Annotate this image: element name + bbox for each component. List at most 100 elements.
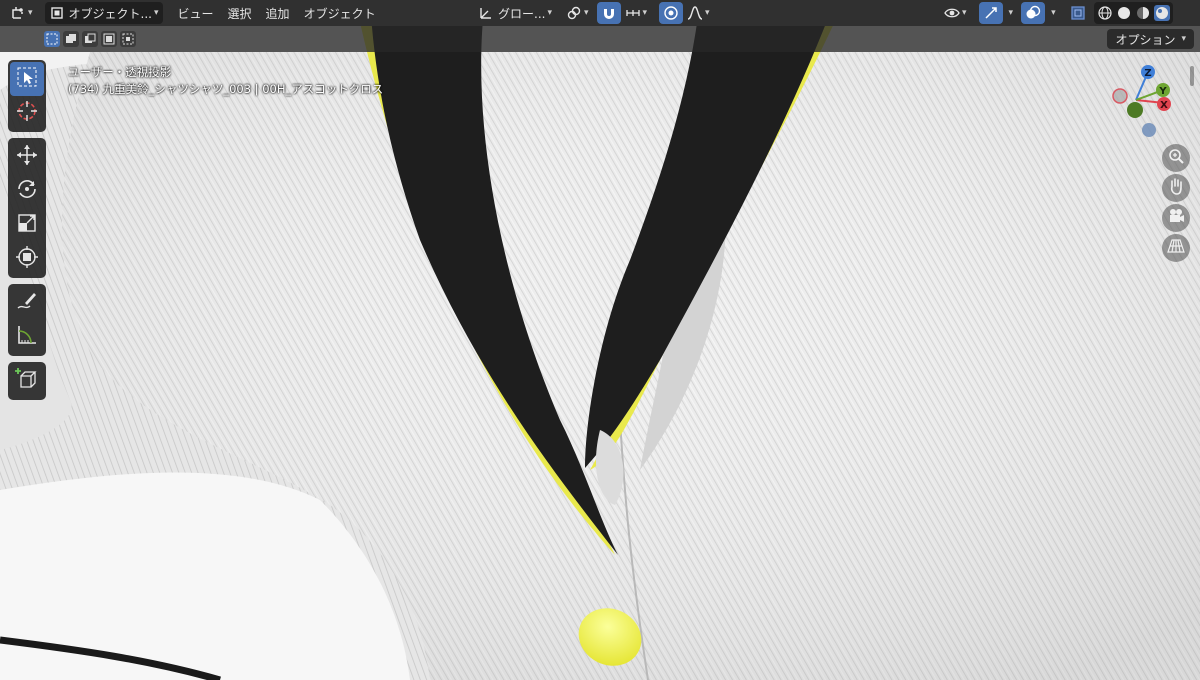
- navigation-gizmo[interactable]: Z Y X: [1106, 60, 1176, 140]
- snap-increment-icon: [625, 5, 641, 21]
- add-cube-icon: [15, 367, 39, 395]
- scale-tool-button[interactable]: [10, 208, 44, 242]
- solid-shading-icon[interactable]: [1116, 5, 1132, 21]
- camera-view-button[interactable]: [1162, 204, 1190, 232]
- cursor-select-icon: [16, 66, 38, 92]
- add-cube-tool-button[interactable]: [10, 364, 44, 398]
- tool-group-add: [8, 362, 46, 400]
- snap-toggle[interactable]: [596, 2, 621, 24]
- overlay-icon: [1025, 5, 1041, 21]
- chevron-down-icon: ▾: [583, 8, 589, 18]
- chevron-down-icon: ▾: [1008, 8, 1014, 18]
- chevron-down-icon: ▾: [642, 8, 648, 18]
- chevron-down-icon: ▾: [1051, 8, 1056, 18]
- select-box-subtract-icon[interactable]: [82, 31, 98, 47]
- menu-object[interactable]: オブジェクト: [297, 5, 383, 22]
- chevron-down-icon: ▾: [705, 8, 710, 18]
- rotate-icon: [15, 177, 39, 205]
- hand-icon: [1167, 177, 1185, 199]
- options-label: オプション: [1115, 32, 1176, 47]
- shading-mode-group: [1093, 2, 1173, 24]
- measure-icon: [15, 323, 39, 351]
- falloff-dropdown[interactable]: ▾: [683, 2, 714, 24]
- editor-type-button[interactable]: ▾: [6, 2, 37, 24]
- select-box-extend-icon[interactable]: [63, 31, 79, 47]
- region-scrollbar[interactable]: [1190, 66, 1194, 86]
- pan-button[interactable]: [1162, 174, 1190, 202]
- viewport-header: ▾ オブジェクト... ▾ ビュー 選択 追加 オブジェクト グロー... ▾ …: [0, 0, 1200, 26]
- mode-label: オブジェクト...: [68, 6, 152, 21]
- pivot-point-dropdown[interactable]: ▾: [562, 2, 593, 24]
- snap-target-dropdown[interactable]: ▾: [621, 2, 652, 24]
- material-preview-icon[interactable]: [1135, 5, 1151, 21]
- tool-settings-bar: [0, 26, 1200, 52]
- 3d-viewport-icon: [10, 5, 26, 21]
- select-box-intersect-icon[interactable]: [120, 31, 136, 47]
- transform-orientation-dropdown[interactable]: グロー... ▾: [474, 2, 556, 24]
- transform-icon: [15, 245, 39, 273]
- rotate-tool-button[interactable]: [10, 174, 44, 208]
- menu-select[interactable]: 選択: [221, 5, 259, 22]
- gizmo-z-label: Z: [1144, 68, 1151, 79]
- xray-toggle[interactable]: [1066, 2, 1090, 24]
- visibility-dropdown[interactable]: ▾: [940, 2, 971, 24]
- select-box-new-icon[interactable]: [44, 31, 60, 47]
- move-tool-button[interactable]: [10, 140, 44, 174]
- options-dropdown[interactable]: オプション ▾: [1107, 29, 1194, 49]
- menu-view[interactable]: ビュー: [171, 5, 221, 22]
- cursor-tool-button[interactable]: [10, 96, 44, 130]
- gizmo-toggle[interactable]: [978, 2, 1003, 24]
- gizmo-y-label: Y: [1158, 86, 1167, 97]
- gizmo-neg-x: [1112, 88, 1128, 104]
- annotate-tool-button[interactable]: [10, 286, 44, 320]
- chevron-down-icon: ▾: [547, 8, 552, 18]
- zoom-icon: [1167, 147, 1185, 169]
- wireframe-shading-icon[interactable]: [1097, 5, 1113, 21]
- camera-icon: [1167, 207, 1185, 229]
- proportional-edit-toggle[interactable]: [659, 2, 684, 24]
- tool-group-annotate: [8, 284, 46, 356]
- transform-tool-button[interactable]: [10, 242, 44, 276]
- menu-add[interactable]: 追加: [259, 5, 297, 22]
- link-icon: [566, 5, 582, 21]
- measure-tool-button[interactable]: [10, 320, 44, 354]
- gizmo-icon: [983, 5, 999, 21]
- gizmo-neg-y: [1127, 102, 1143, 118]
- snap-magnet-icon: [601, 5, 617, 21]
- transform-pivot-icon: [478, 5, 494, 21]
- perspective-toggle-button[interactable]: [1162, 234, 1190, 262]
- select-mode-group: [44, 31, 136, 47]
- grid-perspective-icon: [1167, 237, 1185, 259]
- gizmo-neg-z: [1142, 123, 1156, 137]
- gizmo-dropdown[interactable]: ▾: [1003, 2, 1018, 24]
- gizmo-x-label: X: [1160, 100, 1168, 111]
- annotate-pencil-icon: [15, 289, 39, 317]
- overlay-dropdown[interactable]: ▾: [1045, 2, 1060, 24]
- proportional-edit-icon: [663, 5, 679, 21]
- xray-icon: [1070, 5, 1086, 21]
- tool-group-select: [8, 60, 46, 132]
- mode-dropdown[interactable]: オブジェクト... ▾: [44, 2, 163, 24]
- object-mode-icon: [49, 5, 65, 21]
- falloff-curve-icon: [687, 5, 703, 21]
- 3d-cursor-icon: [15, 99, 39, 127]
- scene-render: [0, 0, 1200, 680]
- object-info-text: (734) 九重美鈴_シャツシャツ_003 | 00H_アスコットクロス: [68, 82, 384, 96]
- move-icon: [15, 143, 39, 171]
- select-box-invert-icon[interactable]: [101, 31, 117, 47]
- visibility-icon: [944, 5, 960, 21]
- chevron-down-icon: ▾: [153, 8, 159, 18]
- chevron-down-icon: ▾: [962, 8, 967, 18]
- select-tool-button[interactable]: [10, 62, 44, 96]
- scale-icon: [15, 211, 39, 239]
- chevron-down-icon: ▾: [1181, 34, 1186, 44]
- zoom-button[interactable]: [1162, 144, 1190, 172]
- tool-shelf: [8, 60, 52, 406]
- 3d-viewport[interactable]: [0, 0, 1200, 680]
- orientation-label: グロー...: [498, 6, 546, 21]
- view-name-text: ユーザー・透視投影: [68, 65, 172, 79]
- rendered-shading-icon[interactable]: [1153, 5, 1170, 21]
- chevron-down-icon: ▾: [28, 8, 33, 18]
- overlay-toggle[interactable]: [1021, 2, 1046, 24]
- tool-group-transform: [8, 138, 46, 278]
